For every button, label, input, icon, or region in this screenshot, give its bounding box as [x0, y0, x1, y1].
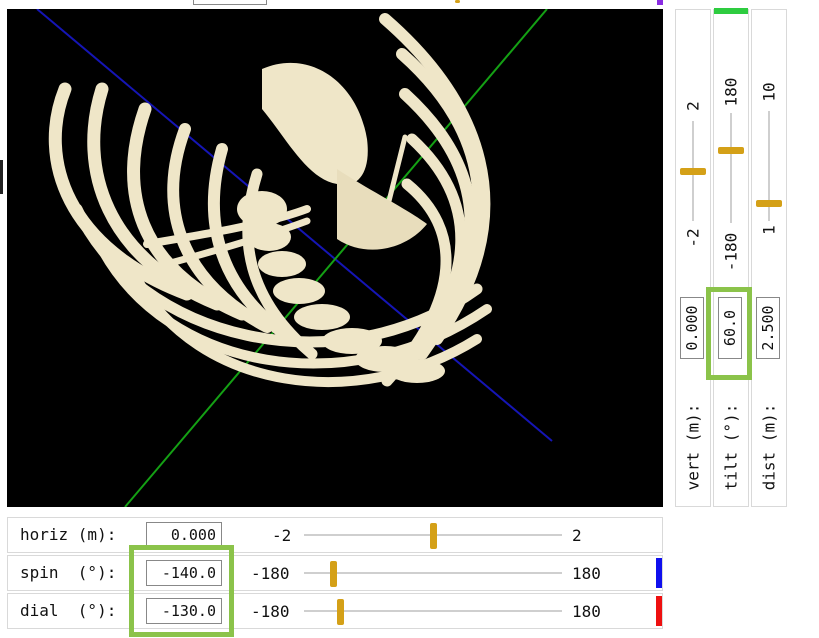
ribcage-scene [36, 9, 553, 507]
dist-slider-thumb[interactable] [756, 199, 782, 207]
dial-value-field[interactable]: -130.0 [146, 598, 222, 624]
dial-color-indicator [656, 596, 662, 626]
dial-min-label: -180 [251, 602, 290, 621]
tilt-color-indicator [714, 8, 748, 14]
tilt-max-label: 180 [721, 77, 741, 107]
dist-max-label: 10 [759, 82, 779, 102]
tilt-control-panel: 180 -180 60.0 tilt (°): [713, 8, 749, 507]
horiz-min-label: -2 [272, 526, 292, 545]
sternum-shape [337, 169, 427, 250]
tilt-name-label: tilt (°): [721, 403, 741, 491]
3d-viewport[interactable] [7, 9, 663, 507]
horiz-value-field[interactable]: 0.000 [146, 522, 222, 548]
vert-value-field[interactable]: 0.000 [680, 297, 704, 359]
dial-max-label: 180 [572, 602, 601, 621]
spin-max-label: 180 [572, 564, 601, 583]
spin-slider-thumb[interactable] [329, 561, 337, 587]
horiz-slider-thumb[interactable] [430, 523, 437, 549]
dial-control-row: dial (°): -130.0 -180 180 [7, 593, 663, 629]
tilt-value-field[interactable]: 60.0 [718, 297, 742, 359]
spin-min-label: -180 [251, 564, 290, 583]
spin-name-label: spin (°): [20, 563, 117, 582]
left-edge-marker [0, 160, 3, 194]
tilt-slider-track[interactable] [730, 113, 732, 223]
horiz-control-row: horiz (m): 0.000 -2 2 [7, 517, 663, 553]
tilt-slider-thumb[interactable] [718, 146, 744, 154]
dist-value-field[interactable]: 2.500 [756, 297, 780, 359]
horiz-name-label: horiz (m): [20, 525, 117, 544]
vert-min-label: -2 [683, 228, 703, 248]
scapula-shape [262, 62, 368, 186]
clipped-slider-thumb[interactable] [455, 0, 460, 3]
vert-name-label: vert (m): [683, 403, 703, 491]
dist-min-label: 1 [759, 225, 779, 235]
tilt-min-label: -180 [721, 232, 741, 272]
clipped-field[interactable] [193, 0, 267, 5]
top-strip [0, 0, 819, 6]
spin-control-row: spin (°): -140.0 -180 180 [7, 555, 663, 591]
vert-control-panel: 2 -2 0.000 vert (m): [675, 9, 711, 507]
spin-slider-track[interactable] [304, 572, 562, 574]
horiz-max-label: 2 [572, 526, 582, 545]
color-indicator [657, 0, 663, 5]
dist-name-label: dist (m): [759, 403, 779, 491]
dial-name-label: dial (°): [20, 601, 117, 620]
dial-slider-thumb[interactable] [336, 599, 344, 625]
spin-color-indicator [656, 558, 662, 588]
vert-slider-thumb[interactable] [680, 168, 706, 175]
spin-value-field[interactable]: -140.0 [146, 560, 222, 586]
vert-max-label: 2 [683, 101, 703, 111]
dist-control-panel: 10 1 2.500 dist (m): [751, 9, 787, 507]
